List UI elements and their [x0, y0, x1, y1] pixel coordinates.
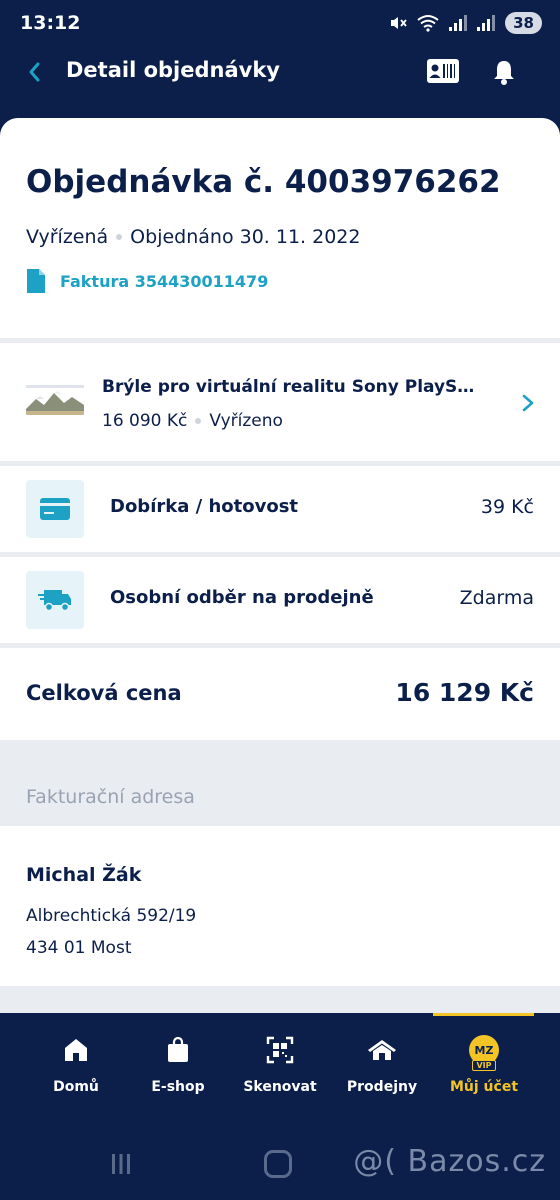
- product-meta: 16 090 Kč Vyřízeno: [102, 411, 283, 431]
- chevron-right-icon: [522, 394, 534, 412]
- chevron-left-icon: [29, 62, 40, 82]
- order-status: Vyřízená: [26, 226, 109, 248]
- bottom-navigation: Domů E-shop Skenovat Prodejny MZ VIP Můj…: [0, 1013, 560, 1130]
- status-time: 13:12: [20, 12, 81, 34]
- product-name: Brýle pro virtuální realitu Sony PlaySta…: [102, 377, 482, 397]
- total-label: Celková cena: [26, 681, 182, 705]
- nav-item-eshop[interactable]: E-shop: [127, 1013, 229, 1113]
- app-header: Detail objednávky: [0, 48, 560, 118]
- order-date: Objednáno 30. 11. 2022: [130, 226, 361, 248]
- order-meta: Vyřízená Objednáno 30. 11. 2022: [26, 226, 360, 248]
- nav-label-home: Domů: [53, 1079, 99, 1095]
- total-price: 16 129 Kč: [395, 678, 534, 707]
- page-title: Detail objednávky: [66, 58, 280, 82]
- nav-label-stores: Prodejny: [346, 1079, 418, 1095]
- nav-label-account: Můj účet: [449, 1079, 519, 1095]
- document-icon: [27, 269, 45, 293]
- separator-dot: [116, 234, 123, 240]
- invoice-link[interactable]: Faktura 354430011479: [26, 268, 268, 294]
- total-row: Celková cena 16 129 Kč: [0, 648, 560, 740]
- invoice-label: Faktura 354430011479: [60, 271, 269, 291]
- separator-dot: [195, 418, 202, 424]
- credit-card-icon: [40, 498, 70, 520]
- notification-bell-icon[interactable]: [488, 56, 520, 88]
- home-button-icon[interactable]: [264, 1150, 292, 1178]
- shipping-icon-box: [26, 571, 84, 629]
- payment-row: Dobírka / hotovost 39 Kč: [0, 466, 560, 552]
- battery-indicator: 38: [505, 12, 542, 34]
- delivery-truck-icon: [38, 590, 71, 612]
- shipping-label: Osobní odběr na prodejně: [110, 587, 374, 608]
- shopping-bag-icon: [168, 1036, 188, 1062]
- order-number-title: Objednávka č. 4003976262: [26, 164, 501, 200]
- payment-value: 39 Kč: [480, 496, 534, 518]
- badge-vip: VIP: [472, 1060, 496, 1071]
- order-detail-content: Objednávka č. 4003976262 Vyřízená Objedn…: [0, 118, 560, 1013]
- signal-icon: [449, 15, 468, 31]
- product-thumbnail: [26, 383, 84, 415]
- nav-item-scan[interactable]: Skenovat: [229, 1013, 331, 1113]
- payment-label: Dobírka / hotovost: [110, 496, 299, 517]
- nav-item-stores[interactable]: Prodejny: [331, 1013, 433, 1113]
- nav-label-scan: Skenovat: [243, 1079, 317, 1095]
- status-bar: 13:12 38: [0, 0, 560, 48]
- status-icons: 38: [389, 12, 542, 34]
- mute-icon: [391, 17, 407, 29]
- mz-vip-badge-icon: MZ VIP: [469, 1035, 499, 1071]
- billing-city: 434 01 Most: [26, 938, 132, 958]
- shipping-value: Zdarma: [459, 587, 534, 609]
- product-price: 16 090 Kč: [102, 411, 188, 431]
- signal-icon-2: [477, 15, 496, 31]
- nav-item-account[interactable]: MZ VIP Můj účet: [433, 1013, 535, 1113]
- product-status: Vyřízeno: [209, 411, 283, 431]
- qr-scan-icon: [266, 1036, 294, 1064]
- badge-text: MZ: [474, 1043, 494, 1057]
- billing-name: Michal Žák: [26, 864, 142, 886]
- loyalty-card-icon[interactable]: [426, 58, 460, 84]
- recents-icon[interactable]: [110, 1152, 132, 1176]
- billing-street: Albrechtická 592/19: [26, 906, 197, 926]
- home-icon: [65, 1039, 87, 1061]
- system-navigation-bar: @( Bazos.cz: [0, 1130, 560, 1200]
- nav-label-eshop: E-shop: [151, 1079, 205, 1095]
- store-icon: [368, 1040, 396, 1060]
- wifi-icon: [417, 15, 439, 32]
- billing-address-card: Michal Žák Albrechtická 592/19 434 01 Mo…: [0, 826, 560, 986]
- payment-icon-box: [26, 480, 84, 538]
- order-summary-card: Objednávka č. 4003976262 Vyřízená Objedn…: [0, 118, 560, 338]
- nav-item-home[interactable]: Domů: [25, 1013, 127, 1113]
- back-button[interactable]: [18, 56, 50, 88]
- shipping-row: Osobní odběr na prodejně Zdarma: [0, 557, 560, 643]
- billing-address-heading: Fakturační adresa: [26, 786, 195, 808]
- watermark: @( Bazos.cz: [353, 1144, 546, 1179]
- product-row[interactable]: Brýle pro virtuální realitu Sony PlaySta…: [0, 343, 560, 461]
